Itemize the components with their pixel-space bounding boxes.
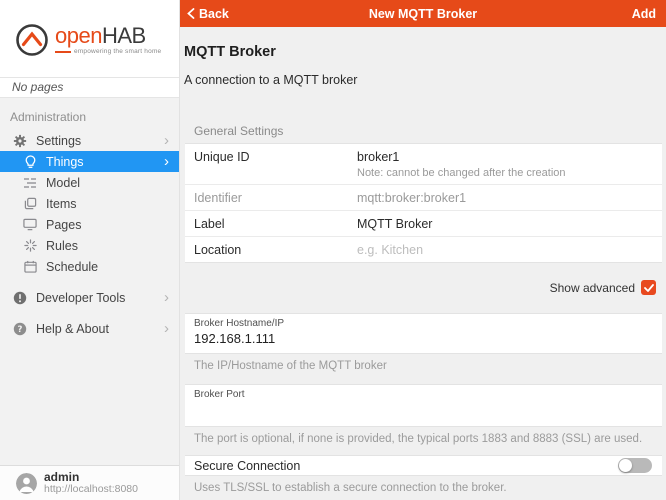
sidebar-item-schedule[interactable]: Schedule	[0, 256, 179, 277]
unique-id-label: Unique ID	[194, 148, 357, 164]
openhab-logo-icon	[14, 22, 50, 63]
secure-connection-card: Secure Connection	[185, 455, 662, 476]
broker-port-card: Broker Port	[185, 384, 662, 427]
chevron-right-icon: ›	[164, 154, 171, 169]
broker-port-label: Broker Port	[194, 389, 653, 400]
question-circle-icon: ?	[12, 321, 28, 337]
openhab-logo: openHAB empowering the smart home	[0, 0, 179, 77]
toggle-knob	[619, 459, 632, 472]
identifier-row: Identifier	[185, 185, 662, 211]
chevron-left-icon	[187, 8, 195, 19]
sidebar-item-model[interactable]: Model	[0, 172, 179, 193]
svg-text:?: ?	[18, 325, 23, 335]
general-settings-card: Unique ID Note: cannot be changed after …	[185, 143, 662, 263]
user-url: http://localhost:8080	[44, 484, 138, 496]
secure-connection-label: Secure Connection	[194, 459, 618, 473]
sidebar-item-label: Developer Tools	[36, 291, 164, 305]
sidebar-item-developer-tools[interactable]: Developer Tools ›	[0, 287, 179, 308]
location-row: Location	[185, 237, 662, 262]
rules-spark-icon	[22, 238, 38, 254]
sidebar-item-help-about[interactable]: ? Help & About ›	[0, 318, 179, 339]
broker-hostname-card: Broker Hostname/IP	[185, 313, 662, 354]
nav-section-administration: Administration	[0, 106, 179, 130]
general-settings-label: General Settings	[194, 124, 666, 138]
sidebar-item-label: Help & About	[36, 322, 164, 336]
monitor-icon	[22, 217, 38, 233]
broker-hostname-label: Broker Hostname/IP	[194, 318, 653, 329]
user-name: admin	[44, 471, 138, 484]
sidebar-item-label: Rules	[46, 239, 171, 253]
tagline-dash	[55, 51, 71, 53]
sidebar-item-label: Things	[46, 155, 164, 169]
sidebar-item-settings[interactable]: Settings ›	[0, 130, 179, 151]
show-advanced-checkbox[interactable]	[641, 280, 656, 295]
brand-text: openHAB	[55, 25, 161, 47]
check-icon	[644, 284, 654, 292]
label-row: Label	[185, 211, 662, 237]
sidebar-item-label: Pages	[46, 218, 171, 232]
sidebar-item-label: Settings	[36, 134, 164, 148]
broker-port-hint: The port is optional, if none is provide…	[194, 433, 666, 445]
thing-type-description: A connection to a MQTT broker	[184, 73, 666, 87]
thing-type-heading: MQTT Broker	[184, 44, 666, 60]
topbar: Back New MQTT Broker Add	[180, 0, 666, 27]
chevron-right-icon: ›	[164, 133, 171, 148]
sidebar-item-label: Model	[46, 176, 171, 190]
broker-port-input[interactable]	[194, 400, 653, 421]
exclamation-circle-icon	[12, 290, 28, 306]
no-pages-label: No pages	[0, 77, 179, 98]
lightbulb-icon	[22, 154, 38, 170]
show-advanced-label: Show advanced	[550, 281, 635, 295]
sidebar-item-things[interactable]: Things ›	[0, 151, 179, 172]
unique-id-input[interactable]	[357, 148, 647, 164]
identifier-label: Identifier	[194, 189, 357, 205]
calendar-icon	[22, 259, 38, 275]
unique-id-row: Unique ID Note: cannot be changed after …	[185, 144, 662, 185]
back-button-label: Back	[199, 7, 229, 21]
location-label: Location	[194, 241, 357, 257]
chevron-right-icon: ›	[164, 290, 171, 305]
avatar	[16, 473, 37, 494]
sidebar-item-label: Schedule	[46, 260, 171, 274]
sidebar-nav: Administration Settings ›	[0, 98, 179, 339]
back-button[interactable]: Back	[180, 7, 229, 21]
form-content: MQTT Broker A connection to a MQTT broke…	[180, 27, 666, 500]
sidebar: openHAB empowering the smart home No pag…	[0, 0, 180, 500]
model-tree-icon	[22, 175, 38, 191]
main-panel: Back New MQTT Broker Add MQTT Broker A c…	[180, 0, 666, 500]
user-account[interactable]: admin http://localhost:8080	[0, 465, 179, 500]
page-title: New MQTT Broker	[180, 7, 666, 21]
sidebar-item-items[interactable]: Items	[0, 193, 179, 214]
secure-connection-hint: Uses TLS/SSL to establish a secure conne…	[194, 482, 666, 494]
sidebar-item-pages[interactable]: Pages	[0, 214, 179, 235]
broker-hostname-hint: The IP/Hostname of the MQTT broker	[194, 360, 666, 372]
brand-tagline: empowering the smart home	[74, 48, 161, 55]
broker-hostname-input[interactable]	[194, 329, 653, 347]
chevron-right-icon: ›	[164, 321, 171, 336]
label-label: Label	[194, 215, 357, 231]
add-button[interactable]: Add	[632, 7, 666, 21]
gear-icon	[12, 133, 28, 149]
show-advanced-row: Show advanced	[180, 280, 656, 295]
label-input[interactable]	[357, 215, 647, 231]
items-copy-icon	[22, 196, 38, 212]
unique-id-note: Note: cannot be changed after the creati…	[357, 167, 662, 181]
identifier-input	[357, 189, 647, 205]
sidebar-item-rules[interactable]: Rules	[0, 235, 179, 256]
sidebar-item-label: Items	[46, 197, 171, 211]
secure-connection-toggle[interactable]	[618, 458, 652, 473]
location-input[interactable]	[357, 241, 647, 257]
